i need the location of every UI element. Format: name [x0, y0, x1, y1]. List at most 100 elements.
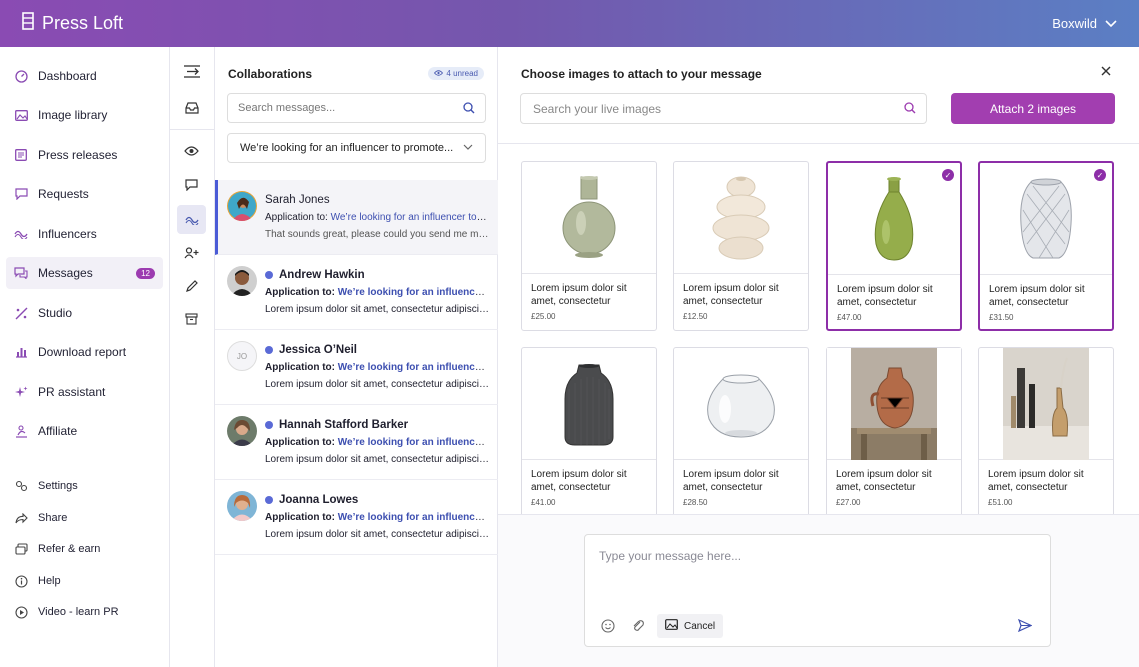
nav-settings[interactable]: Settings: [6, 470, 163, 502]
nav-requests[interactable]: Requests: [6, 178, 163, 210]
nav-download-report[interactable]: Download report: [6, 336, 163, 368]
conversation-item[interactable]: JO Jessica O’Neil Application to: We’re …: [215, 330, 498, 405]
account-name: Boxwild: [1052, 16, 1097, 31]
nav-influencers[interactable]: Influencers: [6, 218, 163, 250]
image-card[interactable]: Lorem ipsum dolor sit amet, consectetur …: [521, 161, 657, 331]
panel-title: Collaborations: [228, 67, 313, 81]
nav-dashboard[interactable]: Dashboard: [6, 60, 163, 92]
message-preview: Lorem ipsum dolor sit amet, consectetur …: [265, 379, 489, 390]
inbox-icon[interactable]: [177, 93, 206, 122]
chat-icon[interactable]: [177, 170, 206, 199]
nav-refer-earn[interactable]: Refer & earn: [6, 533, 163, 565]
image-grid: Lorem ipsum dolor sit amet, consectetur …: [498, 144, 1139, 514]
filter-value: We’re looking for an influencer to promo…: [240, 142, 454, 154]
nav-video-learn-pr[interactable]: Video - learn PR: [6, 596, 163, 628]
conversation-item[interactable]: Sarah Jones Application to: We’re lookin…: [215, 180, 498, 255]
add-user-icon[interactable]: [177, 238, 206, 267]
info-icon: [14, 574, 28, 588]
application-line: Application to: We’re looking for an inf…: [265, 512, 489, 523]
image-price: £27.00: [836, 498, 861, 507]
conversation-item[interactable]: Andrew Hawkin Application to: We’re look…: [215, 255, 498, 330]
message-input[interactable]: Type your message here... Cancel: [584, 534, 1051, 647]
contact-name: Joanna Lowes: [265, 494, 358, 506]
message-search-input[interactable]: Search messages...: [227, 93, 486, 123]
collapse-panel-icon[interactable]: [177, 57, 206, 86]
unread-dot: [265, 496, 273, 504]
message-preview: Lorem ipsum dolor sit amet, consectetur …: [265, 529, 489, 540]
application-link[interactable]: We’re looking for an influencer to promo…: [338, 437, 489, 448]
attach-images-button[interactable]: Attach 2 images: [951, 93, 1115, 124]
studio-icon: [14, 306, 28, 320]
image-icon: [665, 619, 678, 633]
influencer-filter-icon[interactable]: [177, 205, 206, 234]
image-price: £28.50: [683, 498, 708, 507]
emoji-icon[interactable]: [601, 619, 615, 636]
nav-help[interactable]: Help: [6, 565, 163, 597]
image-card[interactable]: Lorem ipsum dolor sit amet, consectetur …: [673, 347, 809, 514]
nav-label: Help: [38, 575, 61, 587]
image-search-input[interactable]: Search your live images: [520, 93, 927, 124]
image-card[interactable]: Lorem ipsum dolor sit amet, consectetur …: [978, 347, 1114, 514]
vase-image: [828, 163, 960, 275]
avatar: [227, 191, 257, 221]
contact-name: Sarah Jones: [265, 194, 330, 206]
application-label: Application to:: [265, 437, 335, 448]
nav-messages[interactable]: Messages 12: [6, 257, 163, 289]
brand[interactable]: Press Loft: [22, 12, 123, 35]
nav-pr-assistant[interactable]: PR assistant: [6, 376, 163, 408]
image-card[interactable]: Lorem ipsum dolor sit amet, consectetur …: [826, 347, 962, 514]
avatar: [227, 266, 257, 296]
paperclip-icon[interactable]: [631, 619, 645, 636]
affiliate-icon: [14, 424, 28, 438]
image-card[interactable]: Lorem ipsum dolor sit amet, consectetur …: [521, 347, 657, 514]
campaign-filter-select[interactable]: We’re looking for an influencer to promo…: [227, 133, 486, 163]
close-icon[interactable]: [1101, 63, 1111, 79]
nav-label: Messages: [38, 266, 93, 280]
share-icon: [14, 511, 28, 525]
image-card-selected[interactable]: ✓ Lorem ipsum dolor sit amet, consectetu…: [826, 161, 962, 331]
search-icon[interactable]: [904, 102, 916, 117]
influencer-icon: [14, 227, 28, 241]
image-description: Lorem ipsum dolor sit amet, consectetur …: [683, 283, 779, 307]
image-card-selected[interactable]: ✓ Lorem ipsum dolor sit amet, consectetu…: [978, 161, 1114, 331]
message-preview: Lorem ipsum dolor sit amet, consectetur …: [265, 454, 489, 465]
nav-label: Affiliate: [38, 424, 78, 438]
vase-image: [674, 348, 808, 460]
application-link[interactable]: We’re looking for an influencer to promo…: [338, 512, 489, 523]
nav-studio[interactable]: Studio: [6, 297, 163, 329]
application-link[interactable]: We’re looking for an influencer to promo…: [331, 212, 489, 223]
nav-label: Dashboard: [38, 69, 97, 83]
contact-name: Andrew Hawkin: [265, 269, 365, 281]
nav-press-releases[interactable]: Press releases: [6, 139, 163, 171]
image-card[interactable]: Lorem ipsum dolor sit amet, consectetur …: [673, 161, 809, 331]
contact-name: Jessica O’Neil: [265, 344, 357, 356]
nav-label: Video - learn PR: [38, 606, 119, 618]
image-icon: [14, 108, 28, 122]
conversation-item[interactable]: Hannah Stafford Barker Application to: W…: [215, 405, 498, 480]
nav-share[interactable]: Share: [6, 502, 163, 534]
account-switcher[interactable]: Boxwild: [1052, 16, 1117, 31]
nav-affiliate[interactable]: Affiliate: [6, 415, 163, 447]
archive-icon[interactable]: [177, 304, 206, 333]
pencil-icon[interactable]: [177, 271, 206, 300]
image-price: £47.00: [837, 313, 862, 322]
cancel-image-attach-button[interactable]: Cancel: [657, 614, 724, 638]
vase-image: [522, 348, 656, 460]
nav-label: Image library: [38, 108, 108, 122]
nav-label: Studio: [38, 306, 73, 320]
unread-dot: [265, 271, 273, 279]
eye-icon: [434, 69, 444, 78]
application-line: Application to: We’re looking for an inf…: [265, 287, 489, 298]
search-icon[interactable]: [463, 102, 475, 117]
eye-icon[interactable]: [177, 136, 206, 165]
nav-image-library[interactable]: Image library: [6, 99, 163, 131]
avatar: [227, 416, 257, 446]
brand-name: Press Loft: [42, 13, 124, 33]
conversation-item[interactable]: Joanna Lowes Application to: We’re looki…: [215, 480, 498, 555]
application-link[interactable]: We’re looking for an influencer to promo…: [338, 362, 489, 373]
application-label: Application to:: [265, 512, 335, 523]
application-link[interactable]: We’re looking for an influencer to promo…: [338, 287, 489, 298]
message-placeholder: Type your message here...: [599, 549, 742, 563]
send-icon[interactable]: [1017, 618, 1033, 635]
top-bar: Press Loft Boxwild: [0, 0, 1139, 47]
